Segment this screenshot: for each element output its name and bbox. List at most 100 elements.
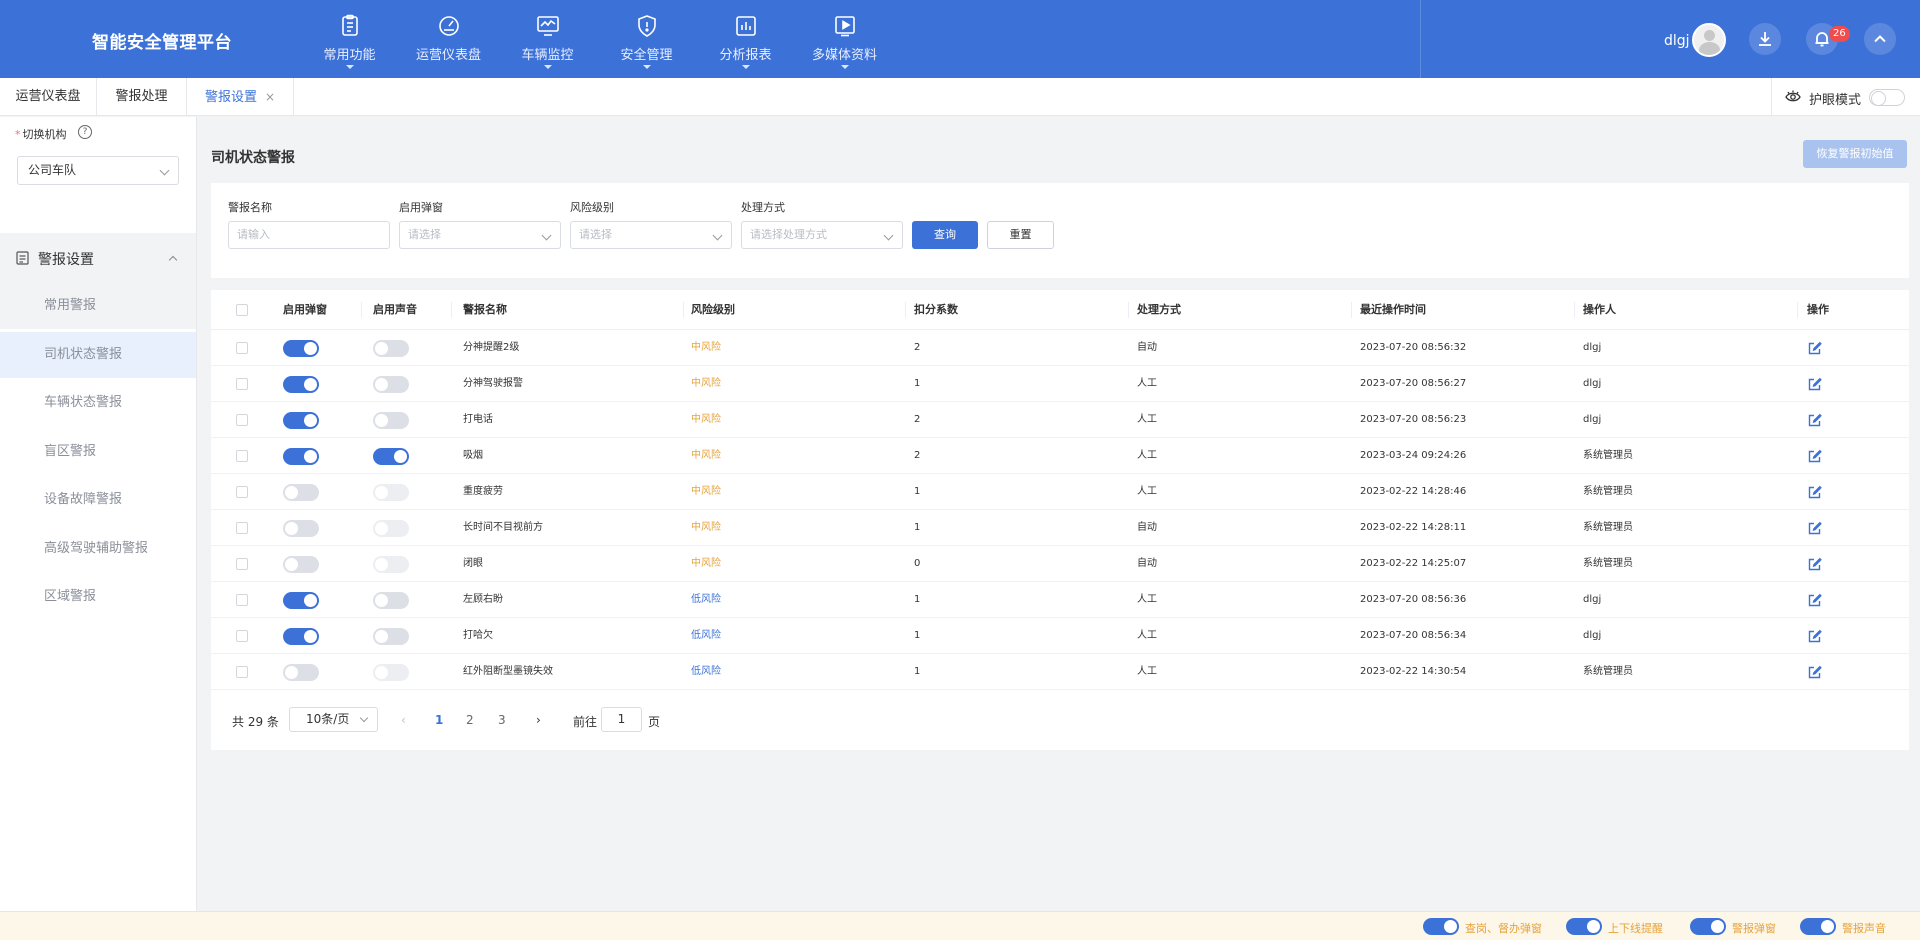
row-checkbox[interactable] bbox=[236, 522, 248, 534]
row-checkbox[interactable] bbox=[236, 594, 248, 606]
row-checkbox[interactable] bbox=[236, 378, 248, 390]
edit-icon[interactable] bbox=[1807, 665, 1822, 680]
avatar[interactable] bbox=[1692, 23, 1726, 57]
row-checkbox[interactable] bbox=[236, 342, 248, 354]
prev-page-button[interactable]: ‹ bbox=[401, 713, 406, 727]
play-icon bbox=[834, 16, 855, 37]
edit-icon[interactable] bbox=[1807, 377, 1822, 392]
next-page-button[interactable]: › bbox=[536, 713, 541, 727]
edit-icon[interactable] bbox=[1807, 593, 1822, 608]
handling-method: 人工 bbox=[1137, 630, 1157, 641]
goto-page-input[interactable]: 1 bbox=[601, 707, 642, 732]
sound-toggle[interactable] bbox=[373, 412, 409, 429]
popup-toggle[interactable] bbox=[283, 664, 319, 681]
popup-select[interactable]: 请选择 bbox=[399, 221, 561, 249]
sound-toggle[interactable] bbox=[373, 340, 409, 357]
risk-level-select[interactable]: 请选择 bbox=[570, 221, 732, 249]
close-icon[interactable]: × bbox=[265, 90, 275, 104]
goto-label: 前往 bbox=[573, 715, 598, 729]
sidebar-item-blind-spot-alarms[interactable]: 盲区警报 bbox=[0, 429, 196, 475]
last-operation-time: 2023-02-22 14:28:46 bbox=[1360, 486, 1467, 497]
popup-toggle[interactable] bbox=[283, 340, 319, 357]
header-divider bbox=[1420, 0, 1421, 78]
handling-method-select[interactable]: 请选择处理方式 bbox=[741, 221, 903, 249]
pagination: 共 29 条 10条/页 ‹ 1 2 3 › 前往 1 页 bbox=[211, 706, 1111, 734]
page-size-select[interactable]: 10条/页 bbox=[289, 707, 378, 732]
table-row: 打电话 中风险 2 人工 2023-07-20 08:56:23 dlgj bbox=[211, 402, 1909, 438]
popup-toggle[interactable] bbox=[283, 484, 319, 501]
page-1-button[interactable]: 1 bbox=[435, 713, 443, 727]
popup-toggle[interactable] bbox=[283, 520, 319, 537]
edit-icon[interactable] bbox=[1807, 449, 1822, 464]
deduction-coefficient: 1 bbox=[914, 666, 921, 677]
restore-defaults-button[interactable]: 恢复警报初始值 bbox=[1803, 140, 1907, 168]
sound-toggle[interactable] bbox=[373, 448, 409, 465]
alarm-sound-toggle[interactable] bbox=[1800, 918, 1836, 935]
edit-icon[interactable] bbox=[1807, 557, 1822, 572]
column-header: 处理方式 bbox=[1137, 303, 1181, 316]
edit-icon[interactable] bbox=[1807, 413, 1822, 428]
sidebar-item-vehicle-state-alarms[interactable]: 车辆状态警报 bbox=[0, 380, 196, 426]
online-offline-toggle[interactable] bbox=[1566, 918, 1602, 935]
sidebar-item-common-alarms[interactable]: 常用警报 bbox=[0, 283, 196, 329]
nav-ops-dashboard[interactable]: 运营仪表盘 bbox=[399, 0, 498, 78]
sound-toggle[interactable] bbox=[373, 556, 409, 573]
user-name[interactable]: dlgj bbox=[1664, 33, 1690, 49]
popup-toggle[interactable] bbox=[283, 448, 319, 465]
nav-multimedia[interactable]: 多媒体资料 bbox=[795, 0, 894, 78]
handling-method: 人工 bbox=[1137, 414, 1157, 425]
edit-icon[interactable] bbox=[1807, 485, 1822, 500]
sound-toggle[interactable] bbox=[373, 484, 409, 501]
popup-toggle[interactable] bbox=[283, 376, 319, 393]
column-header: 启用声音 bbox=[373, 303, 417, 316]
eye-mode-area: 护眼模式 bbox=[1771, 78, 1920, 116]
chevron-up-icon bbox=[1874, 35, 1886, 43]
row-checkbox[interactable] bbox=[236, 414, 248, 426]
row-checkbox[interactable] bbox=[236, 666, 248, 678]
eye-mode-toggle[interactable] bbox=[1869, 89, 1905, 106]
sidebar-item-device-fault-alarms[interactable]: 设备故障警报 bbox=[0, 477, 196, 523]
nav-vehicle-monitor[interactable]: 车辆监控 bbox=[498, 0, 597, 78]
collapse-header-button[interactable] bbox=[1864, 23, 1896, 55]
popup-toggle[interactable] bbox=[283, 628, 319, 645]
tab-ops-dashboard[interactable]: 运营仪表盘 bbox=[0, 78, 97, 116]
row-checkbox[interactable] bbox=[236, 558, 248, 570]
row-checkbox[interactable] bbox=[236, 630, 248, 642]
sound-toggle[interactable] bbox=[373, 628, 409, 645]
download-button[interactable] bbox=[1749, 23, 1781, 55]
nav-common-functions[interactable]: 常用功能 bbox=[300, 0, 399, 78]
alarm-popup-toggle[interactable] bbox=[1690, 918, 1726, 935]
help-icon[interactable]: ? bbox=[78, 125, 92, 139]
popup-toggle[interactable] bbox=[283, 412, 319, 429]
edit-icon[interactable] bbox=[1807, 629, 1822, 644]
sidebar-item-driver-state-alarms[interactable]: 司机状态警报 bbox=[0, 332, 196, 378]
select-all-checkbox[interactable] bbox=[236, 304, 248, 316]
sidebar-item-area-alarms[interactable]: 区域警报 bbox=[0, 574, 196, 620]
nav-analysis-reports[interactable]: 分析报表 bbox=[696, 0, 795, 78]
supervision-popup-toggle[interactable] bbox=[1423, 918, 1459, 935]
sound-toggle[interactable] bbox=[373, 520, 409, 537]
nav-safety-management[interactable]: 安全管理 bbox=[597, 0, 696, 78]
reset-button[interactable]: 重置 bbox=[987, 221, 1054, 249]
query-button[interactable]: 查询 bbox=[912, 221, 978, 249]
edit-icon[interactable] bbox=[1807, 341, 1822, 356]
sound-toggle[interactable] bbox=[373, 664, 409, 681]
total-count: 共 29 条 bbox=[232, 715, 279, 729]
tab-alarm-handling[interactable]: 警报处理 bbox=[97, 78, 187, 116]
sound-toggle[interactable] bbox=[373, 592, 409, 609]
org-select[interactable]: 公司车队 bbox=[17, 156, 179, 185]
popup-toggle[interactable] bbox=[283, 556, 319, 573]
operator: 系统管理员 bbox=[1583, 450, 1633, 461]
alarm-name-input[interactable]: 请输入 bbox=[228, 221, 390, 249]
sidebar-item-adas-alarms[interactable]: 高级驾驶辅助警报 bbox=[0, 526, 196, 572]
tab-alarm-settings[interactable]: 警报设置 × bbox=[187, 78, 294, 116]
menu-group-alarm-settings[interactable]: 警报设置 bbox=[0, 233, 196, 283]
sound-toggle[interactable] bbox=[373, 376, 409, 393]
popup-toggle[interactable] bbox=[283, 592, 319, 609]
column-header: 警报名称 bbox=[463, 303, 507, 316]
edit-icon[interactable] bbox=[1807, 521, 1822, 536]
row-checkbox[interactable] bbox=[236, 486, 248, 498]
row-checkbox[interactable] bbox=[236, 450, 248, 462]
page-3-button[interactable]: 3 bbox=[498, 713, 506, 727]
page-2-button[interactable]: 2 bbox=[466, 713, 474, 727]
